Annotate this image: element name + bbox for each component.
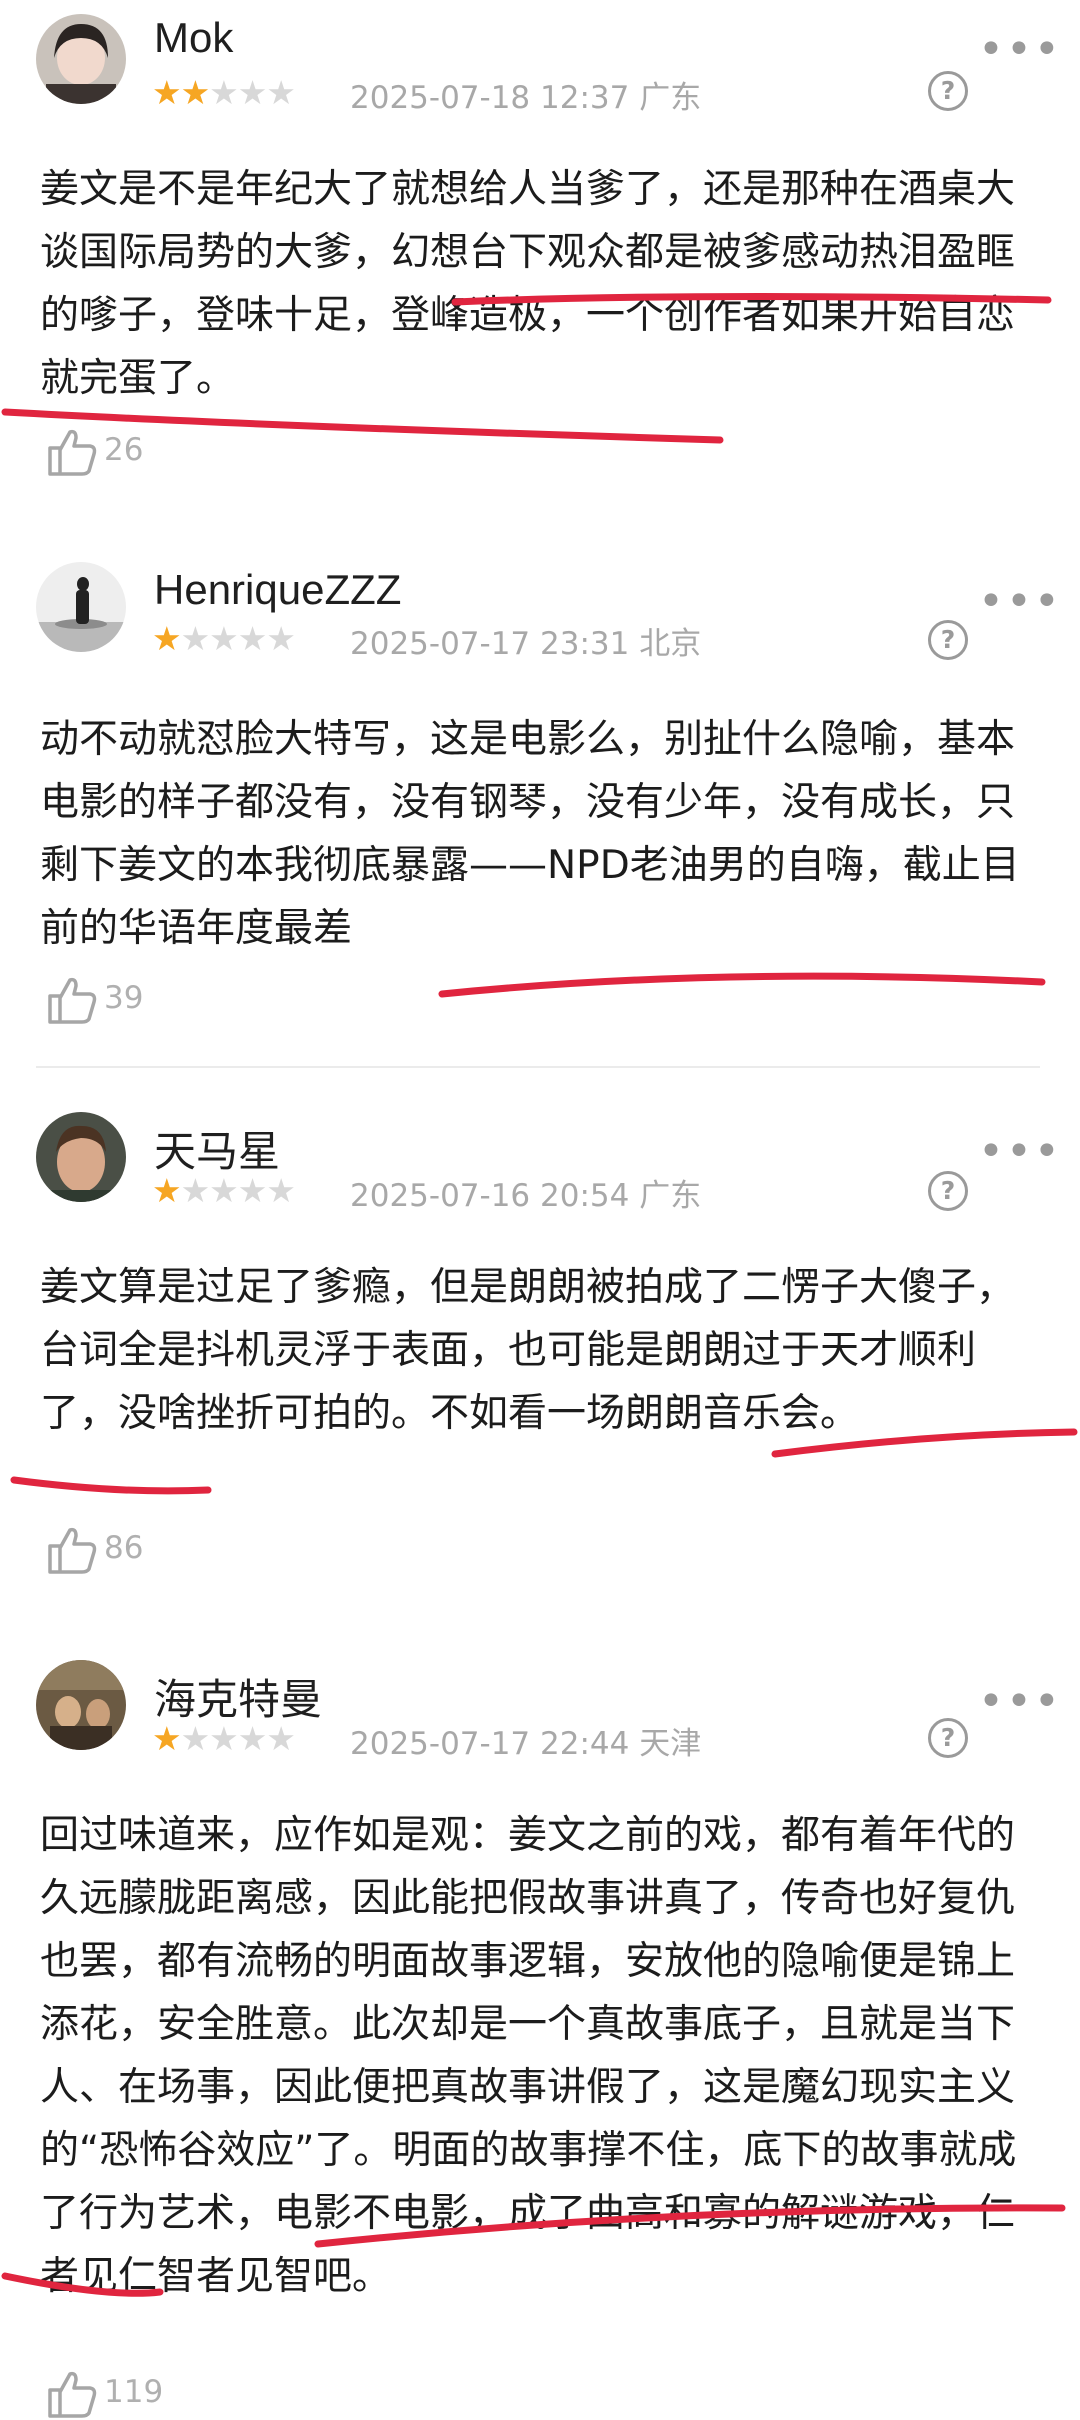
like-count: 86: [104, 1530, 144, 1566]
review-date: 2025-07-17 22:44: [350, 1726, 630, 1762]
underline-stroke: [438, 972, 1046, 998]
divider: [36, 1066, 1040, 1068]
thumbs-up-icon[interactable]: [46, 1524, 98, 1576]
review-meta: 2025-07-17 23:31 北京: [350, 618, 701, 663]
review-date: 2025-07-18 12:37: [350, 80, 630, 116]
review-date: 2025-07-16 20:54: [350, 1178, 630, 1214]
like-count: 39: [104, 980, 144, 1016]
thumbs-up-icon[interactable]: [46, 426, 98, 478]
review-location: 广东: [639, 80, 702, 116]
more-dots-icon[interactable]: •••: [978, 1680, 1062, 1724]
review-text: 姜文算是过足了爹瘾，但是朗朗被拍成了二愣子大傻子，台词全是抖机灵浮于表面，也可能…: [40, 1265, 1016, 1436]
more-dots-icon[interactable]: •••: [978, 580, 1062, 624]
star-rating: ★★★★★: [152, 73, 296, 112]
review-meta: 2025-07-17 22:44 天津: [350, 1718, 701, 1763]
review-text: 回过味道来，应作如是观：姜文之前的戏，都有着年代的久远朦胧距离感，因此能把假故事…: [40, 1813, 1017, 2299]
username[interactable]: HenriqueZZZ: [154, 566, 401, 614]
review-location: 天津: [639, 1726, 702, 1762]
username[interactable]: 天马星: [154, 1118, 280, 1179]
review-location: 北京: [639, 626, 702, 662]
username[interactable]: Mok: [154, 14, 233, 62]
avatar[interactable]: [36, 562, 126, 652]
thumbs-up-icon[interactable]: [46, 2368, 98, 2420]
question-circle-icon[interactable]: ?: [928, 1171, 968, 1211]
more-dots-icon[interactable]: •••: [978, 28, 1062, 72]
avatar[interactable]: [36, 1112, 126, 1202]
thumbs-up-icon[interactable]: [46, 974, 98, 1026]
review-meta: 2025-07-18 12:37 广东: [350, 72, 701, 117]
review-text: 姜文是不是年纪大了就想给人当爹了，还是那种在酒桌大谈国际局势的大爹，幻想台下观众…: [40, 167, 1016, 401]
review-date: 2025-07-17 23:31: [350, 626, 630, 662]
username[interactable]: 海克特曼: [154, 1666, 322, 1727]
underline-stroke: [10, 1476, 212, 1495]
star-rating: ★★★★★: [152, 1719, 296, 1758]
avatar[interactable]: [36, 1660, 126, 1750]
question-circle-icon[interactable]: ?: [928, 620, 968, 660]
review-location: 广东: [639, 1178, 702, 1214]
avatar[interactable]: [36, 14, 126, 104]
review-meta: 2025-07-16 20:54 广东: [350, 1170, 701, 1215]
question-circle-icon[interactable]: ?: [928, 71, 968, 111]
more-dots-icon[interactable]: •••: [978, 1130, 1062, 1174]
star-rating: ★★★★★: [152, 619, 296, 658]
review-text: 动不动就怼脸大特写，这是电影么，别扯什么隐喻，基本电影的样子都没有，没有钢琴，没…: [40, 717, 1020, 951]
like-count: 26: [104, 432, 144, 468]
question-circle-icon[interactable]: ?: [928, 1718, 968, 1758]
like-count: 119: [104, 2374, 164, 2410]
star-rating: ★★★★★: [152, 1171, 296, 1210]
